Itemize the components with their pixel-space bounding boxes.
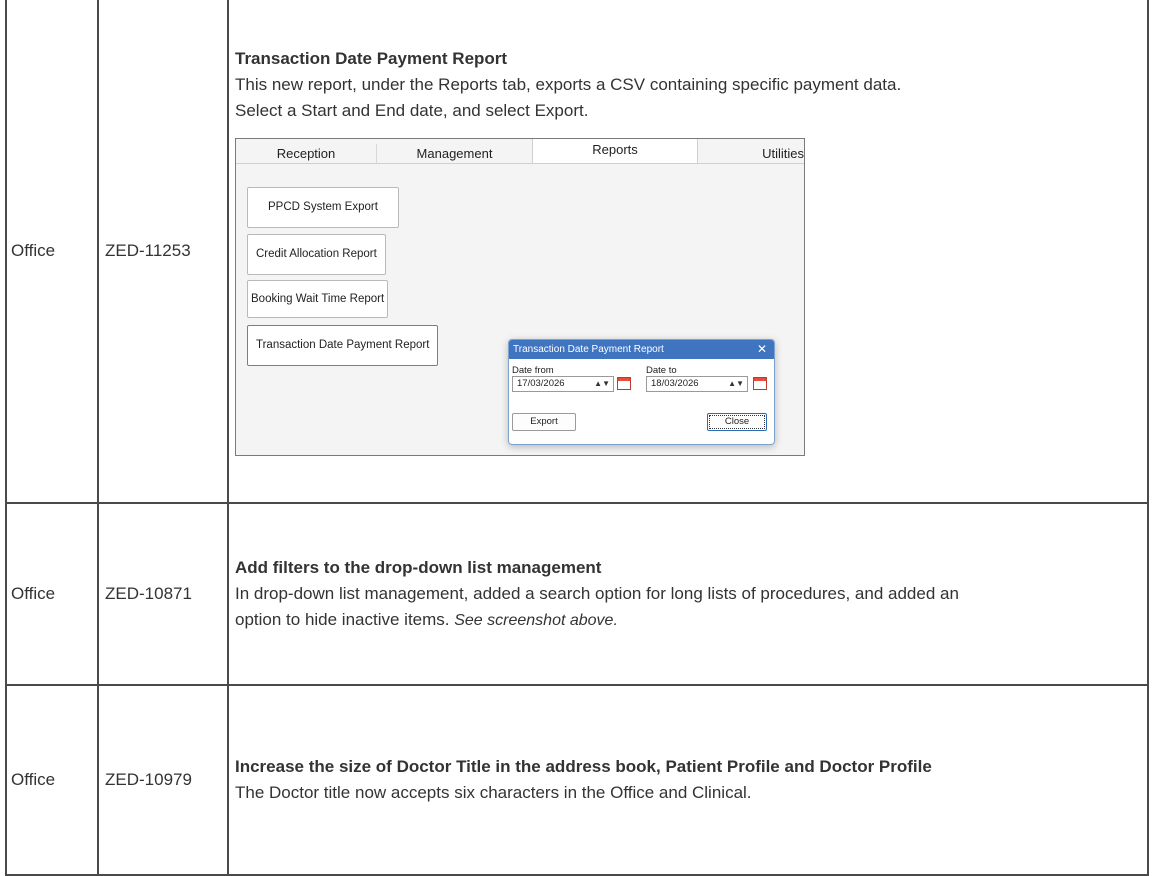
date-from-field[interactable]: 17/03/2026 ▲▼ xyxy=(512,376,614,392)
description-line: This new report, under the Reports tab, … xyxy=(235,75,902,94)
ticket-cell: ZED-10871 xyxy=(97,502,229,686)
date-to-label: Date to xyxy=(646,365,677,376)
transaction-date-payment-dialog: Transaction Date Payment Report ✕ Date f… xyxy=(508,339,775,445)
spinner-icon[interactable]: ▲▼ xyxy=(728,377,744,391)
close-icon[interactable]: ✕ xyxy=(757,340,767,359)
table-row: Office ZED-10871 Add filters to the drop… xyxy=(5,502,1149,686)
tab-bar: Reception Management Reports Utilities xyxy=(236,139,804,163)
area-cell: Office xyxy=(5,502,99,686)
booking-wait-time-report-button[interactable]: Booking Wait Time Report xyxy=(247,280,389,318)
description-line: The Doctor title now accepts six charact… xyxy=(235,783,752,802)
ticket-cell: ZED-10979 xyxy=(97,684,229,876)
area-cell: Office xyxy=(5,0,99,504)
spinner-icon[interactable]: ▲▼ xyxy=(594,377,610,391)
description-line: Select a Start and End date, and select … xyxy=(235,101,589,120)
ppcd-system-export-button[interactable]: PPCD System Export xyxy=(247,187,399,228)
area-cell: Office xyxy=(5,684,99,876)
transaction-date-payment-report-button[interactable]: Transaction Date Payment Report xyxy=(247,325,439,366)
date-to-value: 18/03/2026 xyxy=(651,378,699,389)
dialog-title-bar: Transaction Date Payment Report ✕ xyxy=(509,340,774,359)
description-line: option to hide inactive items. See scree… xyxy=(235,607,1147,634)
feature-title: Increase the size of Doctor Title in the… xyxy=(235,757,932,776)
date-from-label: Date from xyxy=(512,365,554,376)
tab-reports[interactable]: Reports xyxy=(532,139,698,163)
export-button[interactable]: Export xyxy=(512,413,576,431)
reports-screenshot: Reception Management Reports Utilities P… xyxy=(235,138,805,456)
description-cell: Transaction Date Payment Report This new… xyxy=(227,0,1149,504)
dialog-body: Date from 17/03/2026 ▲▼ Date to 18/03/20… xyxy=(509,359,774,443)
description-line: In drop-down list management, added a se… xyxy=(235,583,959,603)
description-cell: Increase the size of Doctor Title in the… xyxy=(227,684,1149,876)
tab-reception[interactable]: Reception xyxy=(236,144,377,163)
credit-allocation-report-button[interactable]: Credit Allocation Report xyxy=(247,234,386,275)
description-text: option to hide inactive items. xyxy=(235,609,455,629)
calendar-icon[interactable] xyxy=(617,377,631,390)
feature-title: Transaction Date Payment Report xyxy=(235,49,508,68)
tab-utilities[interactable]: Utilities xyxy=(698,144,804,163)
tab-management[interactable]: Management xyxy=(377,144,533,163)
ticket-cell: ZED-11253 xyxy=(97,0,229,504)
calendar-icon[interactable] xyxy=(753,377,767,390)
date-from-value: 17/03/2026 xyxy=(517,378,565,389)
release-notes-table: Office ZED-11253 Transaction Date Paymen… xyxy=(5,0,1149,876)
table-row: Office ZED-10979 Increase the size of Do… xyxy=(5,684,1149,876)
table-row: Office ZED-11253 Transaction Date Paymen… xyxy=(5,0,1149,504)
feature-title: Add filters to the drop-down list manage… xyxy=(235,557,602,577)
dialog-title: Transaction Date Payment Report xyxy=(513,344,664,355)
tab-divider xyxy=(236,163,804,164)
description-cell: Add filters to the drop-down list manage… xyxy=(227,502,1149,686)
date-to-field[interactable]: 18/03/2026 ▲▼ xyxy=(646,376,748,392)
close-button[interactable]: Close xyxy=(707,413,767,431)
see-screenshot-note: See screenshot above. xyxy=(454,611,618,629)
